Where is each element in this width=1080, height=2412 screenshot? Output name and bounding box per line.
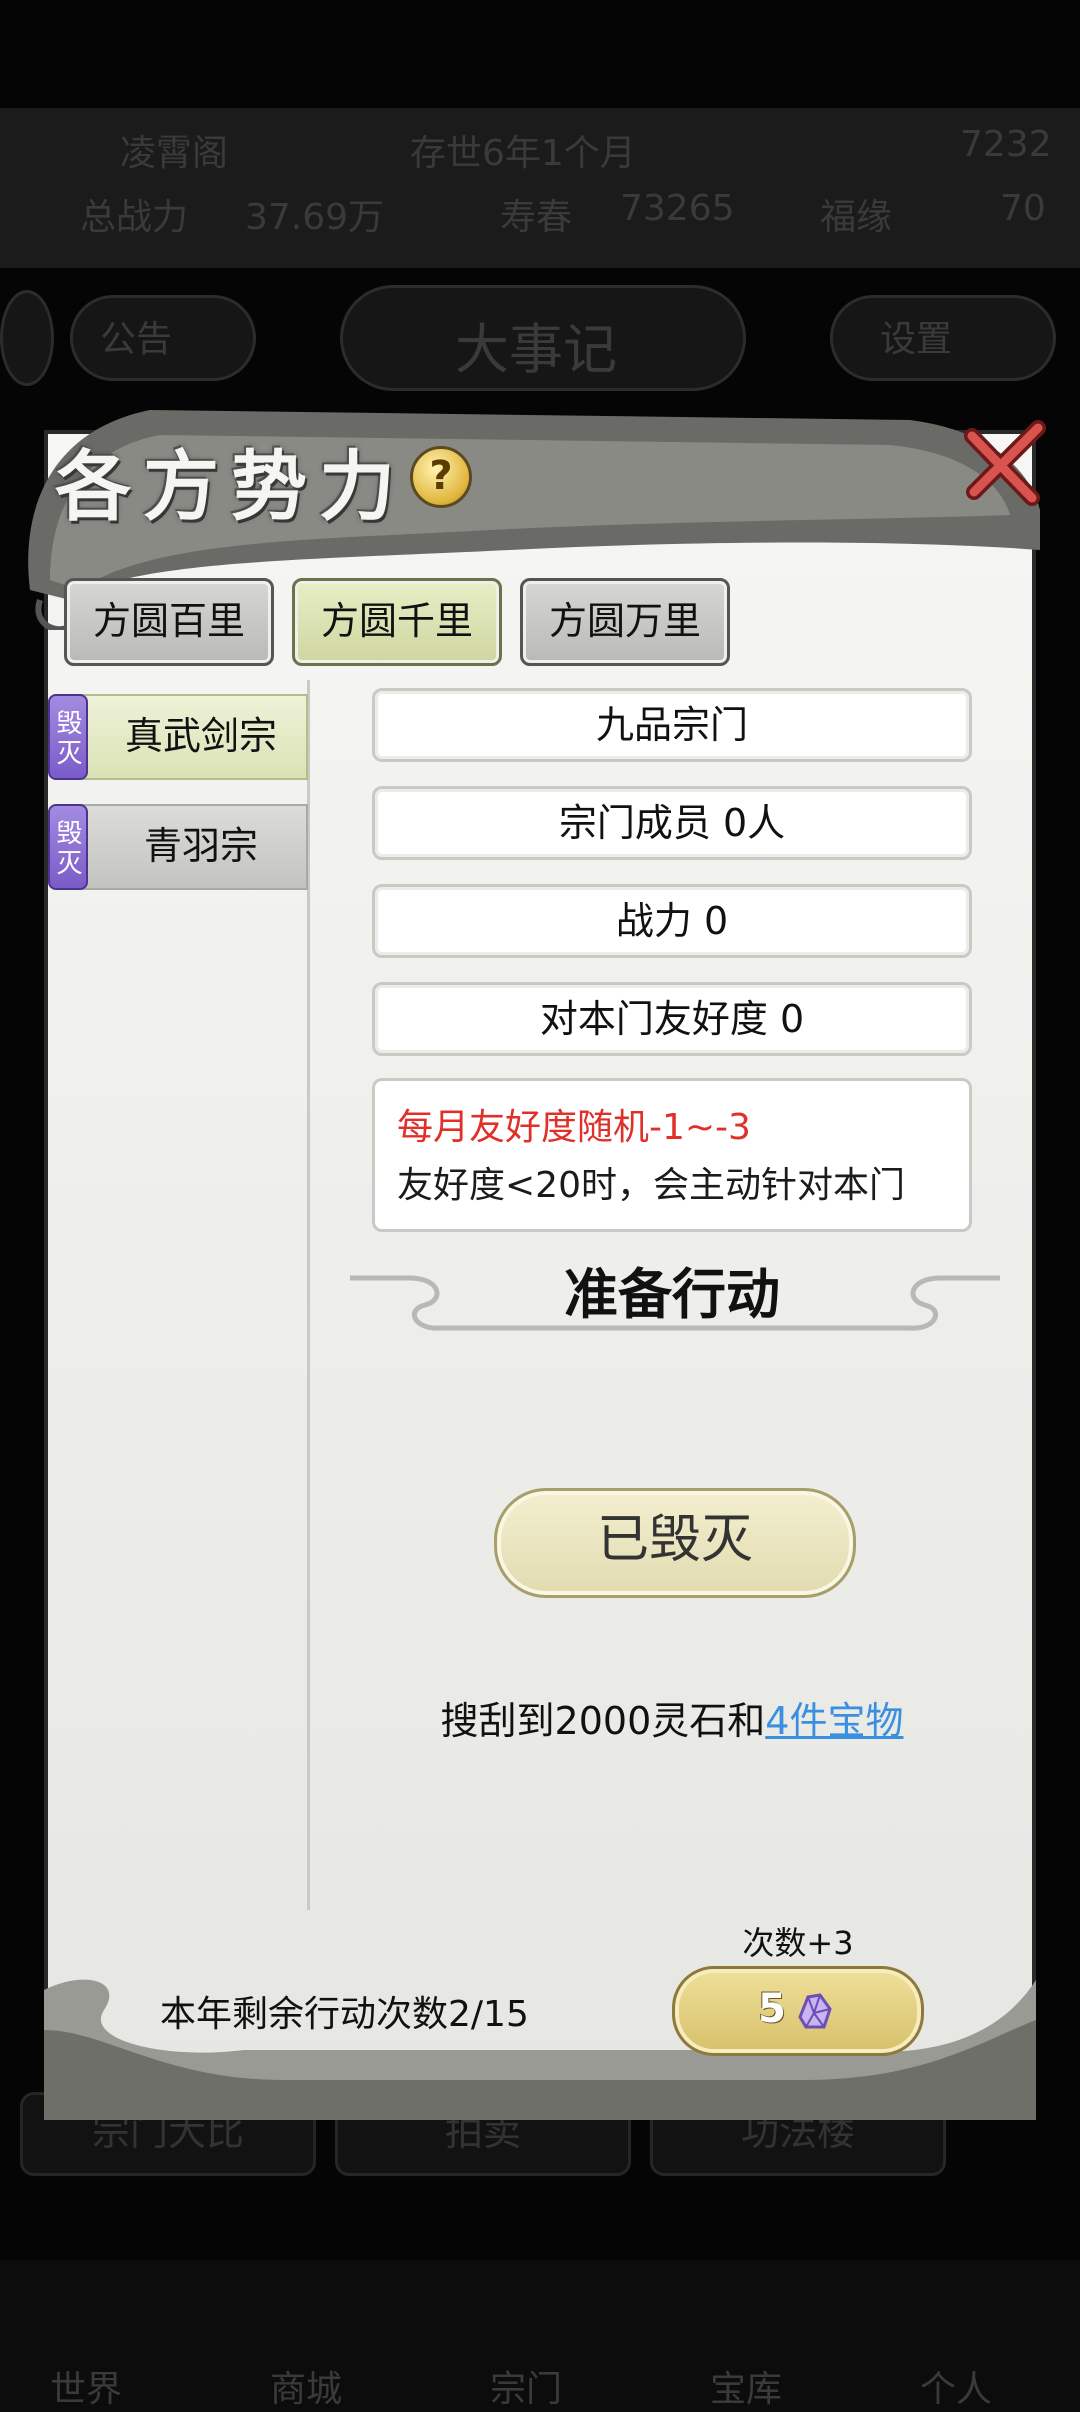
sidebar-item-label: 青羽宗	[143, 824, 258, 868]
spirit-stone-icon	[798, 1993, 832, 2029]
destroyed-button[interactable]: 已毁灭	[494, 1488, 856, 1598]
background-left-label: 公告	[100, 319, 173, 360]
remaining-actions: 本年剩余行动次数2/15	[160, 1994, 529, 2035]
background-power-value: 37.69万	[245, 197, 385, 238]
background-fortune-value: 70	[1000, 188, 1046, 229]
background-nav-personal: 个人	[920, 2369, 993, 2410]
tab-100-li[interactable]: 方圆百里	[64, 578, 274, 666]
tab-1000-li[interactable]: 方圆千里	[292, 578, 502, 666]
destroyed-badge: 毁灭	[48, 804, 88, 890]
sidebar-item-zhenwu-sect[interactable]: 毁灭 真武剑宗	[48, 694, 308, 780]
destroyed-badge: 毁灭	[48, 694, 88, 780]
background-right-label: 设置	[880, 319, 953, 360]
background-nav-shop: 商城	[270, 2369, 343, 2410]
sect-power: 战力 0	[372, 884, 972, 958]
background-life-label: 寿春	[500, 197, 573, 238]
tab-10000-li[interactable]: 方圆万里	[520, 578, 730, 666]
cost-amount: 5	[758, 1986, 786, 2032]
loot-summary: 搜刮到2000灵石和4件宝物	[372, 1690, 972, 1745]
background-sect-name: 凌霄阁	[120, 133, 229, 174]
modal-title: 各方势力	[55, 442, 407, 531]
sidebar-item-qingyu-sect[interactable]: 毁灭 青羽宗	[48, 804, 308, 890]
friendship-note: 每月友好度随机-1~-3 友好度<20时，会主动针对本门	[372, 1078, 972, 1232]
background-avatar	[0, 290, 54, 386]
note-line-monthly-change: 每月友好度随机-1~-3	[397, 1107, 751, 1148]
close-icon[interactable]	[960, 418, 1050, 508]
background-center-label: 大事记	[455, 318, 617, 381]
background-age: 存世6年1个月	[410, 133, 636, 174]
background-fortune-label: 福缘	[820, 197, 893, 238]
sect-members: 宗门成员 0人	[372, 786, 972, 860]
sect-friendship: 对本门友好度 0	[372, 982, 972, 1056]
sect-rank: 九品宗门	[372, 688, 972, 762]
note-line-hostility-rule: 友好度<20时，会主动针对本门	[397, 1165, 905, 1206]
help-icon[interactable]: ?	[410, 446, 472, 508]
sidebar-item-label: 真武剑宗	[124, 714, 277, 758]
buy-actions-button[interactable]: 5	[672, 1966, 924, 2056]
section-title-prepare-action: 准备行动	[564, 1262, 780, 1326]
background-nav-sect: 宗门	[490, 2369, 563, 2410]
times-plus-label: 次数+3	[742, 1924, 854, 1962]
background-power-label: 总战力	[80, 197, 189, 238]
background-value: 7232	[960, 124, 1052, 165]
background-nav-world: 世界	[50, 2369, 123, 2410]
background-life-value: 73265	[620, 188, 735, 229]
loot-prefix: 搜刮到2000灵石和	[440, 1699, 766, 1743]
treasure-link[interactable]: 4件宝物	[765, 1699, 903, 1743]
background-nav-treasury: 宝库	[710, 2369, 783, 2410]
